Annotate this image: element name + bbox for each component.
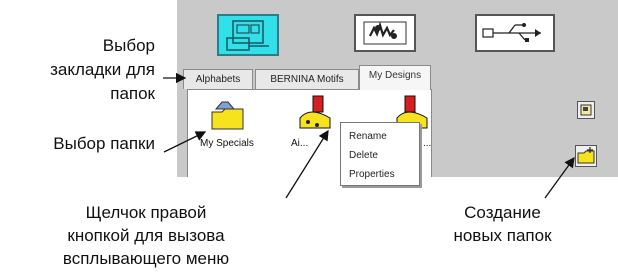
annotation-create-folders: Создание новых папок: [440, 201, 565, 247]
machine-mode-button[interactable]: [217, 14, 279, 56]
annotation-line: новых папок: [453, 226, 552, 245]
folder-item-design-1[interactable]: Ai...: [291, 94, 341, 160]
tab-alphabets[interactable]: Alphabets: [183, 69, 253, 89]
annotation-folder-select: Выбор папки: [53, 134, 155, 153]
folder-view-button[interactable]: [577, 101, 595, 119]
tab-my-designs[interactable]: My Designs: [359, 65, 431, 90]
annotation-line: кнопкой для вызова: [67, 226, 225, 245]
context-menu: Rename Delete Properties: [340, 122, 420, 186]
annotation-tab-select: Выбор закладки для папок: [4, 34, 155, 106]
annotation-line: закладки для: [50, 60, 155, 79]
folder-icon: [211, 101, 244, 130]
annotation-line: папок: [110, 84, 155, 103]
folder-item-my-specials[interactable]: My Specials: [200, 100, 262, 160]
annotation-line: Щелчок правой: [85, 203, 207, 222]
annotation-line: всплывающего меню: [62, 249, 230, 268]
embroidery-machine-icon: [226, 20, 269, 51]
list-item-label: Ai...: [291, 138, 309, 149]
list-item-label: ...: [423, 138, 432, 149]
usb-mode-button[interactable]: [475, 14, 555, 52]
annotation-line: Создание: [464, 203, 541, 222]
design-mode-button[interactable]: [354, 14, 416, 52]
usb-icon: [482, 23, 541, 42]
design-icon: [363, 21, 407, 45]
menu-item-properties[interactable]: Properties: [349, 165, 419, 184]
tab-bernina-motifs[interactable]: BERNINA Motifs: [255, 69, 359, 89]
folder-view-icon: [580, 104, 592, 116]
new-folder-button[interactable]: [575, 145, 597, 167]
list-item-label: My Specials: [200, 138, 254, 149]
menu-item-rename[interactable]: Rename: [349, 127, 419, 146]
new-folder-icon: [577, 147, 595, 164]
annotation-line: Выбор: [102, 36, 155, 55]
annotation-right-click: Щелчок правой кнопкой для вызова всплыва…: [22, 201, 270, 270]
menu-item-delete[interactable]: Delete: [349, 146, 419, 165]
design-folder-icon: [299, 95, 331, 129]
